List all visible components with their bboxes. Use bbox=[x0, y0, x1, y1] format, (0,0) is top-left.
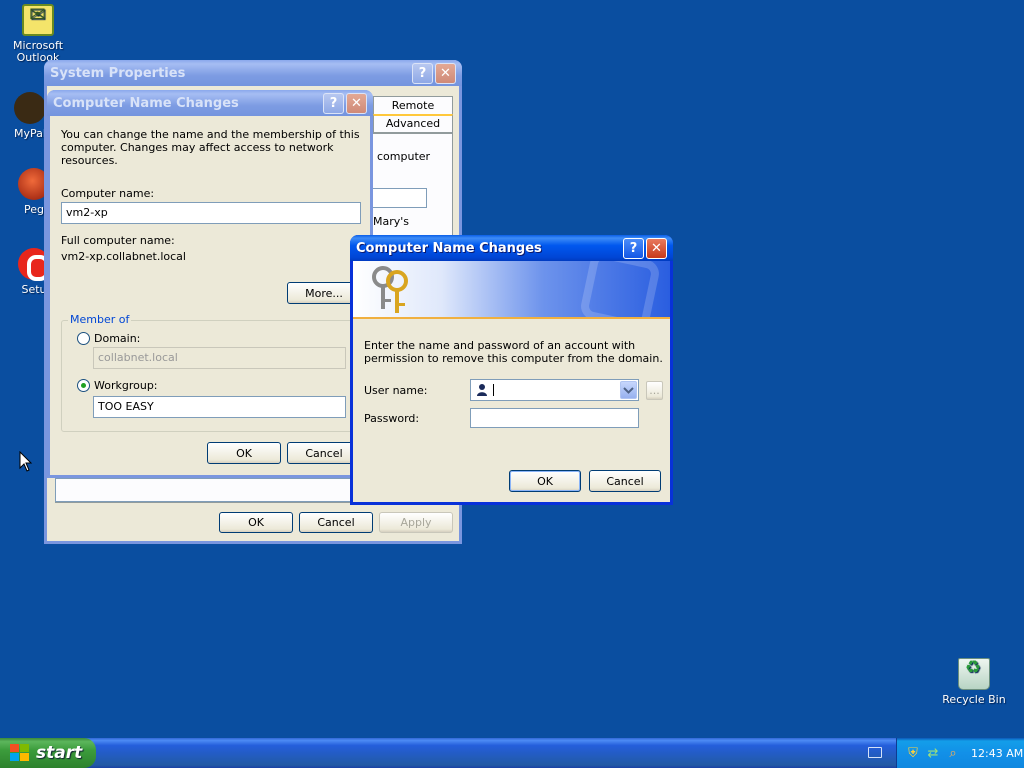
domain-label: Domain: bbox=[94, 332, 141, 345]
user-name-combo[interactable] bbox=[470, 379, 639, 401]
mypal-icon bbox=[14, 92, 46, 124]
help-button[interactable]: ? bbox=[323, 92, 344, 114]
member-of-label: Member of bbox=[68, 313, 132, 326]
radio-dot bbox=[81, 383, 86, 388]
taskbar: start ⛨ ⇄ ⌕ 12:43 AM bbox=[0, 738, 1024, 768]
tab-label: Remote bbox=[391, 99, 435, 112]
tab-label: Advanced bbox=[385, 117, 441, 130]
text-caret bbox=[493, 384, 494, 396]
cancel-button[interactable]: Cancel bbox=[589, 470, 661, 492]
cancel-button[interactable]: Cancel bbox=[299, 512, 373, 533]
credentials-dialog: Computer Name Changes ? ✕ Enter the name… bbox=[350, 235, 673, 505]
apply-button[interactable]: Apply bbox=[379, 512, 453, 533]
credentials-titlebar[interactable]: Computer Name Changes ? ✕ bbox=[350, 235, 673, 261]
windows-flag-icon bbox=[10, 744, 30, 762]
close-button[interactable]: ✕ bbox=[646, 237, 667, 259]
clock[interactable]: 12:43 AM bbox=[971, 747, 1023, 760]
computer-name-field[interactable]: vm2-xp bbox=[61, 202, 361, 224]
workgroup-label: Workgroup: bbox=[94, 379, 158, 392]
system-properties-titlebar[interactable]: System Properties ? ✕ bbox=[44, 60, 462, 86]
ok-button[interactable]: OK bbox=[207, 442, 281, 464]
start-label: start bbox=[36, 743, 83, 763]
chevron-down-icon bbox=[623, 387, 634, 394]
close-button[interactable]: ✕ bbox=[346, 92, 367, 114]
ok-button[interactable]: OK bbox=[509, 470, 581, 492]
panel-text-fragment: Mary's bbox=[373, 215, 410, 228]
system-tray: ⛨ ⇄ ⌕ 12:43 AM bbox=[896, 738, 1024, 768]
panel-bottom-box bbox=[55, 478, 355, 502]
desktop-icon-recycle-bin[interactable]: Recycle Bin bbox=[936, 658, 1012, 706]
panel-text-fragment: computer bbox=[377, 150, 431, 163]
close-button[interactable]: ✕ bbox=[435, 62, 456, 84]
banner-watermark-icon bbox=[578, 261, 662, 317]
user-name-label: User name: bbox=[364, 384, 428, 397]
help-button[interactable]: ? bbox=[623, 237, 644, 259]
panel-field-fragment bbox=[369, 188, 427, 208]
workgroup-field[interactable]: TOO EASY bbox=[93, 396, 346, 418]
desktop-icon-label: Recycle Bin bbox=[942, 693, 1006, 706]
help-button[interactable]: ? bbox=[412, 62, 433, 84]
window-title: Computer Name Changes bbox=[53, 95, 239, 111]
dropdown-button[interactable] bbox=[620, 381, 637, 399]
credentials-banner bbox=[353, 261, 670, 319]
password-field[interactable] bbox=[470, 408, 639, 428]
window-title: Computer Name Changes bbox=[356, 240, 542, 256]
window-title: System Properties bbox=[50, 65, 186, 81]
computer-name-changes-titlebar[interactable]: Computer Name Changes ? ✕ bbox=[47, 90, 373, 116]
tab-remote[interactable]: Remote bbox=[373, 96, 453, 114]
computer-name-changes-window: Computer Name Changes ? ✕ You can change… bbox=[47, 90, 373, 478]
user-icon bbox=[475, 383, 489, 397]
workgroup-radio[interactable] bbox=[77, 379, 90, 392]
password-label: Password: bbox=[364, 412, 420, 425]
credentials-message: Enter the name and password of an accoun… bbox=[364, 339, 663, 365]
shield-icon[interactable]: ⛨ bbox=[905, 745, 921, 761]
domain-radio[interactable] bbox=[77, 332, 90, 345]
outlook-icon bbox=[22, 4, 54, 36]
domain-field[interactable]: collabnet.local bbox=[93, 347, 346, 369]
keyboard-icon[interactable] bbox=[868, 747, 882, 758]
network-icon[interactable]: ⇄ bbox=[925, 745, 941, 761]
browse-button[interactable]: ... bbox=[646, 381, 663, 400]
full-name-value: vm2-xp.collabnet.local bbox=[61, 250, 186, 263]
mouse-pointer-icon bbox=[19, 451, 33, 472]
full-name-label: Full computer name: bbox=[61, 234, 175, 247]
desktop-icon-outlook[interactable]: Microsoft Outlook bbox=[0, 4, 76, 64]
start-button[interactable]: start bbox=[0, 738, 96, 768]
keys-icon bbox=[372, 266, 408, 313]
computer-name-label: Computer name: bbox=[61, 187, 155, 200]
tab-advanced[interactable]: Advanced bbox=[373, 114, 453, 133]
intro-text: You can change the name and the membersh… bbox=[61, 128, 360, 167]
ok-button[interactable]: OK bbox=[219, 512, 293, 533]
search-icon[interactable]: ⌕ bbox=[945, 745, 961, 761]
recycle-bin-icon bbox=[958, 658, 990, 690]
